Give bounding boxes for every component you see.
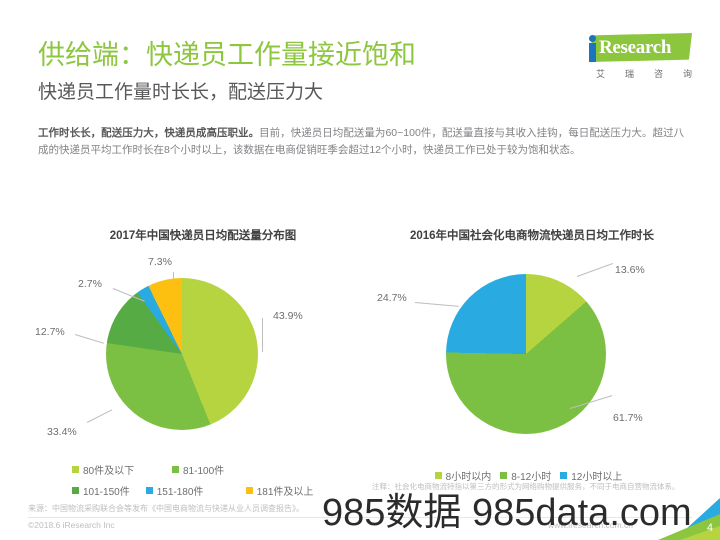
- legend-swatch-3-icon: [145, 487, 153, 494]
- source-line: 来源：中国物流采购联合会等发布《中国电商物流与快递从业人员调查报告》。: [28, 504, 304, 513]
- pie-label-r0: 13.6%: [615, 264, 645, 276]
- legend-label-r0: 8小时以内: [445, 472, 492, 483]
- chart-area-work-hours: 13.6% 61.7% 24.7%: [362, 250, 702, 460]
- page-subtitle: 快递员工作量时长长，配送压力大: [38, 82, 324, 103]
- legend-label-r2: 12小时以上: [571, 472, 623, 483]
- legend-label-4: 181件及以上: [256, 487, 314, 498]
- chart-title-delivery-volume: 2017年中国快递员日均配送量分布图: [109, 230, 297, 242]
- leader-line-0: [262, 318, 263, 352]
- legend-swatch-0-icon: [72, 466, 79, 473]
- chart-panel-work-hours: 2016年中国社会化电商物流快递员日均工作时长 13.6% 61.7% 24.7…: [362, 228, 702, 503]
- legend-swatch-2-icon: [72, 487, 79, 494]
- slide: 供给端：快递员工作量接近饱和 快递员工作量时长长，配送压力大 Research …: [0, 0, 720, 540]
- legend-item-3[interactable]: 151-180件: [145, 483, 232, 498]
- legend-swatch-r0-icon: [434, 472, 442, 479]
- leader-line-2: [74, 334, 104, 344]
- legend-item-r2[interactable]: 12小时以上: [560, 468, 622, 483]
- logo-wordmark: Research: [599, 37, 672, 58]
- chart-title-work-hours: 2016年中国社会化电商物流快递员日均工作时长: [409, 230, 655, 242]
- legend-item-4[interactable]: 181件及以上: [245, 483, 314, 498]
- legend-label-r1: 8-12小时: [511, 472, 552, 483]
- body-paragraph: 工作时长长，配送压力大，快递员成高压职业。目前，快递员日均配送量为60~100件…: [38, 125, 684, 159]
- logo-chinese-name: 艾 瑞 咨 询: [596, 67, 692, 80]
- chart-area-delivery-volume: 43.9% 33.4% 12.7% 2.7% 7.3%: [30, 250, 370, 460]
- pie-label-1: 33.4%: [47, 426, 77, 438]
- logo-cn-char-4: 询: [682, 69, 692, 79]
- pie-label-2: 12.7%: [35, 326, 65, 338]
- logo-i-stem-icon: [589, 43, 596, 62]
- page-title: 供给端：快递员工作量接近饱和: [38, 40, 416, 70]
- pie-delivery-volume: [106, 278, 258, 430]
- pie-slices-work-hours: [446, 274, 606, 434]
- page-number: 4: [706, 522, 713, 534]
- pie-label-4: 7.3%: [148, 256, 172, 268]
- legend-item-r1[interactable]: 8-12小时: [500, 468, 551, 483]
- legend-item-r0[interactable]: 8小时以内: [434, 468, 492, 483]
- pie-label-0: 43.9%: [273, 310, 303, 322]
- legend-label-3: 151-180件: [156, 487, 204, 498]
- footer-divider: [28, 517, 692, 518]
- logo-mark: Research: [576, 33, 692, 64]
- iresearch-logo: Research 艾 瑞 咨 询: [576, 33, 692, 83]
- logo-cn-char-2: 瑞: [624, 69, 634, 79]
- legend-work-hours: 8小时以内 8-12小时 12小时以上: [398, 468, 668, 483]
- legend-label-2: 101-150件: [83, 487, 130, 498]
- website-url: www.iresearch.com.cn: [548, 520, 634, 530]
- pie-label-r1: 61.7%: [613, 412, 643, 424]
- legend-swatch-4-icon: [245, 487, 253, 494]
- logo-cn-char-1: 艾: [596, 69, 606, 79]
- pie-slices-delivery-volume: [106, 278, 258, 430]
- legend-swatch-1-icon: [172, 466, 179, 473]
- legend-label-1: 81-100件: [183, 466, 225, 477]
- legend-item-0[interactable]: 80件及以下: [72, 462, 158, 477]
- logo-i-dot-icon: [589, 35, 596, 42]
- chart-note: 注释：社会化电商物流特指以第三方的形式为网络购物提供服务，不同于电商自营物流体系…: [372, 482, 680, 491]
- pie-label-r2: 24.7%: [377, 292, 407, 304]
- pie-work-hours: [446, 274, 606, 434]
- logo-cn-char-3: 咨: [653, 69, 663, 79]
- legend-item-1[interactable]: 81-100件: [172, 462, 248, 477]
- legend-item-2[interactable]: 101-150件: [72, 483, 130, 498]
- pie-label-3: 2.7%: [78, 278, 102, 290]
- legend-swatch-r1-icon: [500, 472, 508, 479]
- copyright-text: ©2018.6 iResearch Inc: [28, 520, 115, 530]
- leader-line-4: [173, 272, 174, 294]
- legend-delivery-volume: 80件及以下 81-100件 101-150件 151-180件 181件及以上: [72, 462, 334, 504]
- body-lead-sentence: 工作时长长，配送压力大，快递员成高压职业。: [38, 127, 260, 139]
- legend-swatch-r2-icon: [560, 472, 568, 479]
- legend-label-0: 80件及以下: [83, 466, 135, 477]
